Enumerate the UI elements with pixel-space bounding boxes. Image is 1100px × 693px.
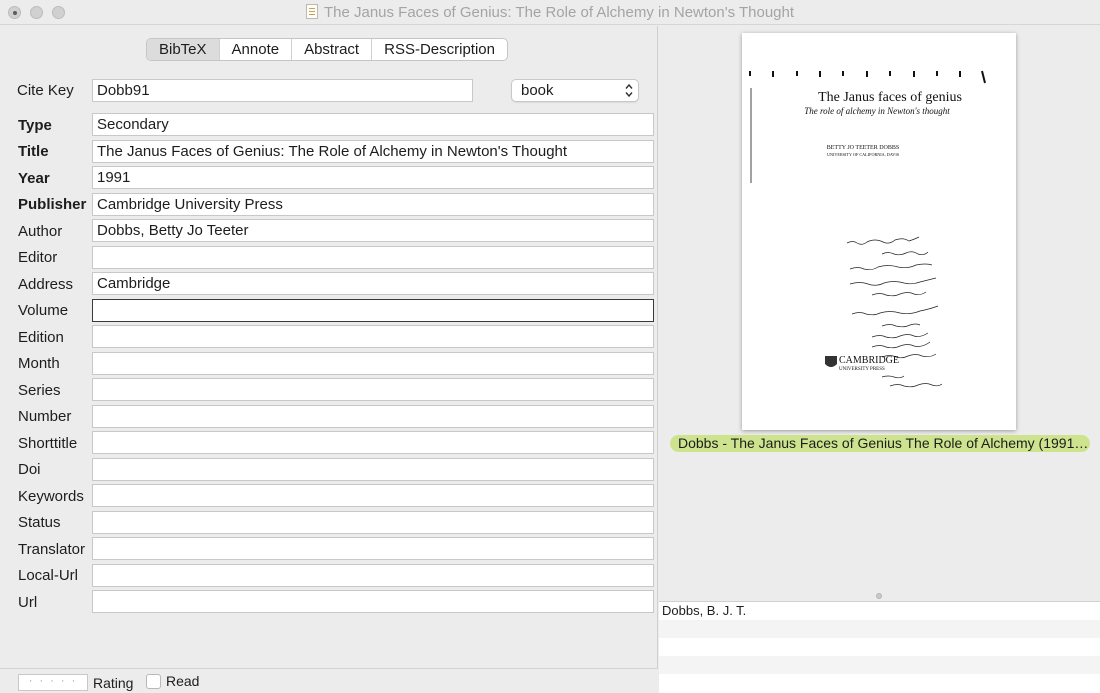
field-input-doi[interactable] bbox=[92, 458, 654, 481]
entry-type-select[interactable]: book bbox=[511, 79, 639, 102]
field-input-volume[interactable] bbox=[92, 299, 654, 322]
cite-key-label: Cite Key bbox=[17, 82, 74, 99]
title-bar: The Janus Faces of Genius: The Role of A… bbox=[0, 0, 1100, 25]
field-label-volume: Volume bbox=[18, 302, 69, 319]
notes-list: Dobbs, B. J. T. bbox=[659, 601, 1100, 693]
field-input-series[interactable] bbox=[92, 378, 654, 401]
field-input-status[interactable] bbox=[92, 511, 654, 534]
linked-file-item[interactable]: Dobbs - The Janus Faces of Genius The Ro… bbox=[670, 435, 1090, 452]
field-input-year[interactable]: 1991 bbox=[92, 166, 654, 189]
field-input-month[interactable] bbox=[92, 352, 654, 375]
list-item-empty bbox=[659, 674, 1100, 692]
field-input-url[interactable] bbox=[92, 590, 654, 613]
preview-publisher-line1: CAMBRIDGE bbox=[839, 355, 899, 366]
preview-book-title: The Janus faces of genius bbox=[818, 90, 962, 105]
preview-book-affiliation: UNIVERSITY OF CALIFORNIA, DAVIS bbox=[827, 152, 900, 158]
field-label-month: Month bbox=[18, 355, 60, 372]
field-label-type: Type bbox=[18, 117, 52, 134]
field-label-year: Year bbox=[18, 170, 50, 187]
field-input-translator[interactable] bbox=[92, 537, 654, 560]
preview-publisher-line2: UNIVERSITY PRESS bbox=[839, 367, 885, 372]
field-label-series: Series bbox=[18, 382, 61, 399]
rating-control[interactable]: · · · · · bbox=[18, 674, 88, 691]
bottom-bar: · · · · · Rating Read bbox=[0, 668, 658, 693]
preview-pane: The Janus faces of genius The role of al… bbox=[659, 26, 1100, 693]
field-input-edition[interactable] bbox=[92, 325, 654, 348]
field-label-url: Url bbox=[18, 594, 38, 611]
entry-type-value: book bbox=[521, 82, 554, 99]
list-item-empty bbox=[659, 620, 1100, 638]
window-title-wrap: The Janus Faces of Genius: The Role of A… bbox=[0, 4, 1100, 21]
publisher-logo: CAMBRIDGE UNIVERSITY PRESS bbox=[825, 355, 899, 372]
field-label-doi: Doi bbox=[18, 461, 41, 478]
field-label-edition: Edition bbox=[18, 329, 64, 346]
select-arrows-icon bbox=[625, 83, 633, 98]
field-label-number: Number bbox=[18, 408, 72, 425]
rating-label: Rating bbox=[93, 675, 134, 691]
field-input-publisher[interactable]: Cambridge University Press bbox=[92, 193, 654, 216]
field-input-title[interactable]: The Janus Faces of Genius: The Role of A… bbox=[92, 140, 654, 163]
app-window: The Janus Faces of Genius: The Role of A… bbox=[0, 0, 1100, 693]
list-item-empty bbox=[659, 656, 1100, 674]
field-input-number[interactable] bbox=[92, 405, 654, 428]
read-label: Read bbox=[166, 673, 200, 689]
field-label-address: Address bbox=[18, 276, 74, 293]
list-item-empty bbox=[659, 638, 1100, 656]
document-icon bbox=[305, 4, 318, 19]
title-page-image: The Janus faces of genius The role of al… bbox=[749, 70, 986, 388]
field-label-translator: Translator bbox=[18, 541, 85, 558]
field-input-local-url[interactable] bbox=[92, 564, 654, 587]
field-input-author[interactable]: Dobbs, Betty Jo Teeter bbox=[92, 219, 654, 242]
window-title: The Janus Faces of Genius: The Role of A… bbox=[323, 4, 795, 21]
tab-bibtex[interactable]: BibTeX bbox=[147, 39, 220, 60]
field-label-title: Title bbox=[18, 143, 49, 160]
field-label-publisher: Publisher bbox=[18, 196, 87, 213]
preview-book-author: BETTY JO TEETER DOBBS bbox=[827, 145, 900, 151]
field-input-address[interactable]: Cambridge bbox=[92, 272, 654, 295]
field-label-status: Status bbox=[18, 514, 61, 531]
editor-pane: BibTeX Annote Abstract RSS-Description C… bbox=[0, 26, 658, 693]
split-view-handle[interactable] bbox=[876, 593, 882, 599]
tab-abstract[interactable]: Abstract bbox=[292, 39, 373, 60]
tab-rss-description[interactable]: RSS-Description bbox=[372, 39, 507, 60]
field-label-local-url: Local-Url bbox=[18, 567, 79, 584]
field-input-shorttitle[interactable] bbox=[92, 431, 654, 454]
editor-tabs: BibTeX Annote Abstract RSS-Description bbox=[146, 38, 508, 61]
preview-book-subtitle: The role of alchemy in Newton's thought bbox=[804, 106, 950, 116]
field-label-author: Author bbox=[18, 223, 63, 240]
field-input-keywords[interactable] bbox=[92, 484, 654, 507]
field-input-editor[interactable] bbox=[92, 246, 654, 269]
field-input-type[interactable]: Secondary bbox=[92, 113, 654, 136]
pdf-preview[interactable]: The Janus faces of genius The role of al… bbox=[742, 33, 1016, 430]
cite-key-input[interactable]: Dobb91 bbox=[92, 79, 473, 102]
list-item[interactable]: Dobbs, B. J. T. bbox=[659, 602, 1100, 620]
tab-annote[interactable]: Annote bbox=[220, 39, 293, 60]
field-label-keywords: Keywords bbox=[18, 488, 84, 505]
read-checkbox[interactable] bbox=[146, 674, 161, 689]
field-label-editor: Editor bbox=[18, 249, 58, 266]
field-label-shorttitle: Shorttitle bbox=[18, 435, 78, 452]
